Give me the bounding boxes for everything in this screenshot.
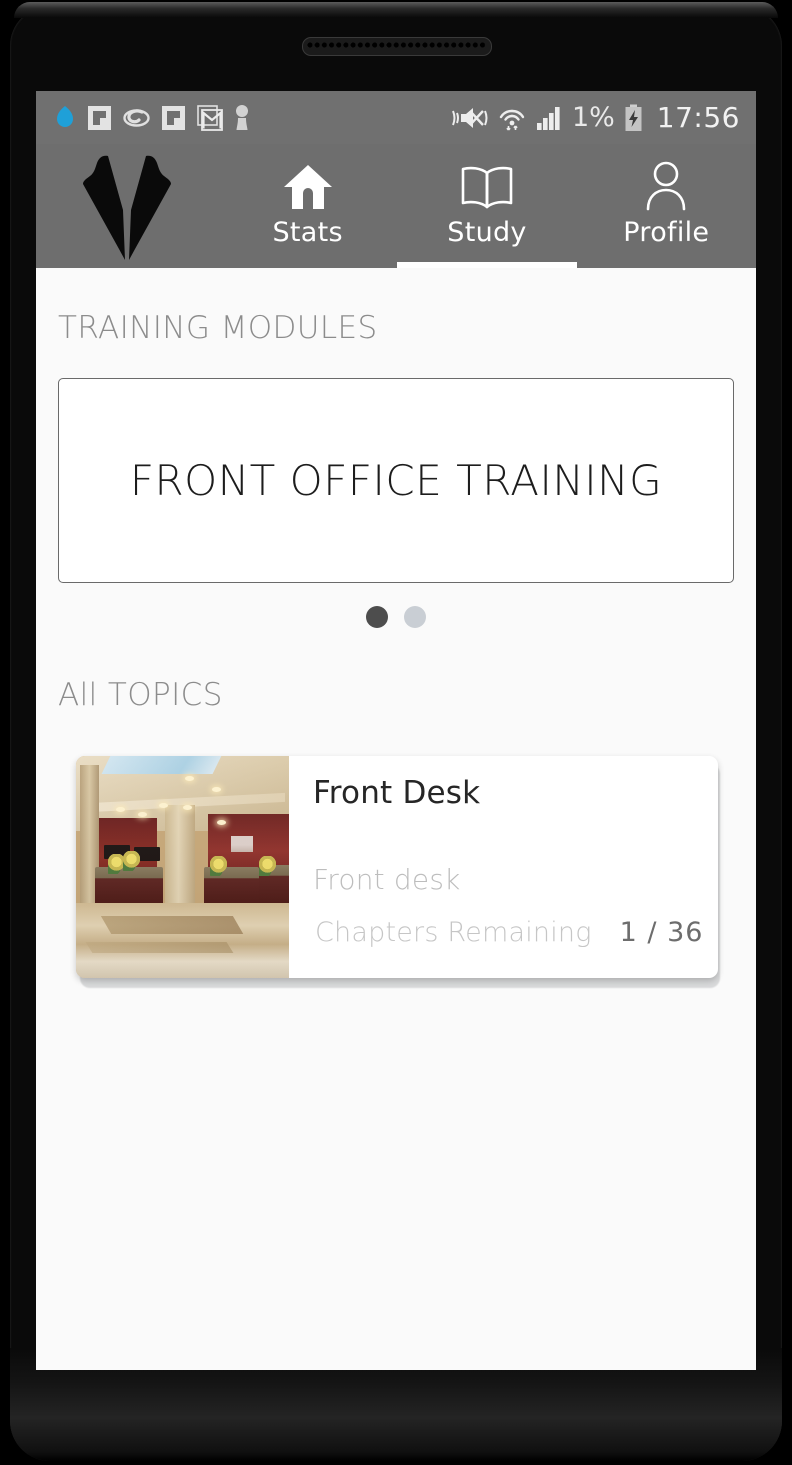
topic-card-body: Front Desk Front desk Chapters Remaining…: [289, 756, 718, 978]
battery-percent-label: 1%: [571, 102, 615, 133]
speaker-grille: [307, 41, 487, 52]
main-content: TRAINING MODULES FRONT OFFICE TRAINING A…: [36, 268, 756, 1370]
tab-study[interactable]: Study: [397, 144, 577, 268]
app-top-navigation: Stats Study Profile: [36, 144, 756, 268]
status-bar-system-icons: 1% 17:56: [449, 101, 740, 134]
phone-device-frame: 1% 17:56 Stats Study Profile TRAINING MO…: [0, 0, 792, 1465]
all-topics-heading: All TOPICS: [58, 677, 223, 713]
tab-stats-label: Stats: [272, 216, 343, 248]
device-top-edge: [14, 2, 778, 18]
pager-dot-2[interactable]: [404, 606, 426, 628]
status-bar-notification-icons: [54, 104, 250, 131]
tab-stats[interactable]: Stats: [218, 144, 397, 268]
app-logo[interactable]: [36, 144, 218, 268]
flipboard-icon-2: [162, 105, 185, 130]
pager-dot-1[interactable]: [366, 606, 388, 628]
training-module-card[interactable]: FRONT OFFICE TRAINING: [58, 378, 734, 583]
swirl-g-icon: [123, 108, 150, 127]
tab-profile-label: Profile: [623, 216, 710, 248]
topic-card-front-desk[interactable]: Front Desk Front desk Chapters Remaining…: [76, 756, 718, 978]
suit-lapel-logo: [83, 155, 171, 260]
gmail-icon: [197, 104, 223, 131]
phone-screen: 1% 17:56 Stats Study Profile TRAINING MO…: [36, 91, 756, 1370]
wifi-icon: [499, 109, 525, 131]
earpiece-speaker: [302, 37, 492, 56]
tab-profile[interactable]: Profile: [577, 144, 756, 268]
chapters-remaining-label: Chapters Remaining: [315, 917, 592, 948]
battery-charging-icon: [625, 104, 642, 131]
topic-description: Front desk: [313, 863, 461, 896]
book-icon: [459, 161, 515, 211]
flipboard-icon-1: [88, 105, 111, 130]
tab-study-label: Study: [447, 216, 527, 248]
cellular-signal-icon: [536, 106, 560, 130]
vibrate-mute-icon: [452, 107, 488, 128]
module-carousel-pager: [36, 606, 756, 628]
status-bar: 1% 17:56: [36, 91, 756, 144]
person-icon: [642, 161, 690, 211]
training-modules-heading: TRAINING MODULES: [58, 310, 378, 346]
status-bar-clock: 17:56: [656, 101, 740, 134]
topic-progress: Chapters Remaining 1 / 36: [315, 917, 703, 948]
chapters-remaining-value: 1 / 36: [619, 917, 704, 948]
topic-title: Front Desk: [313, 775, 481, 811]
home-icon: [282, 161, 334, 211]
hotel-lobby-reception-photo: [76, 756, 289, 978]
dropbox-blue-icon: [57, 105, 73, 127]
topic-list: Front Desk Front desk Chapters Remaining…: [76, 756, 720, 988]
keyhole-person-icon: [236, 105, 248, 130]
training-module-title: FRONT OFFICE TRAINING: [129, 455, 663, 505]
topic-thumbnail-image: [76, 756, 289, 978]
